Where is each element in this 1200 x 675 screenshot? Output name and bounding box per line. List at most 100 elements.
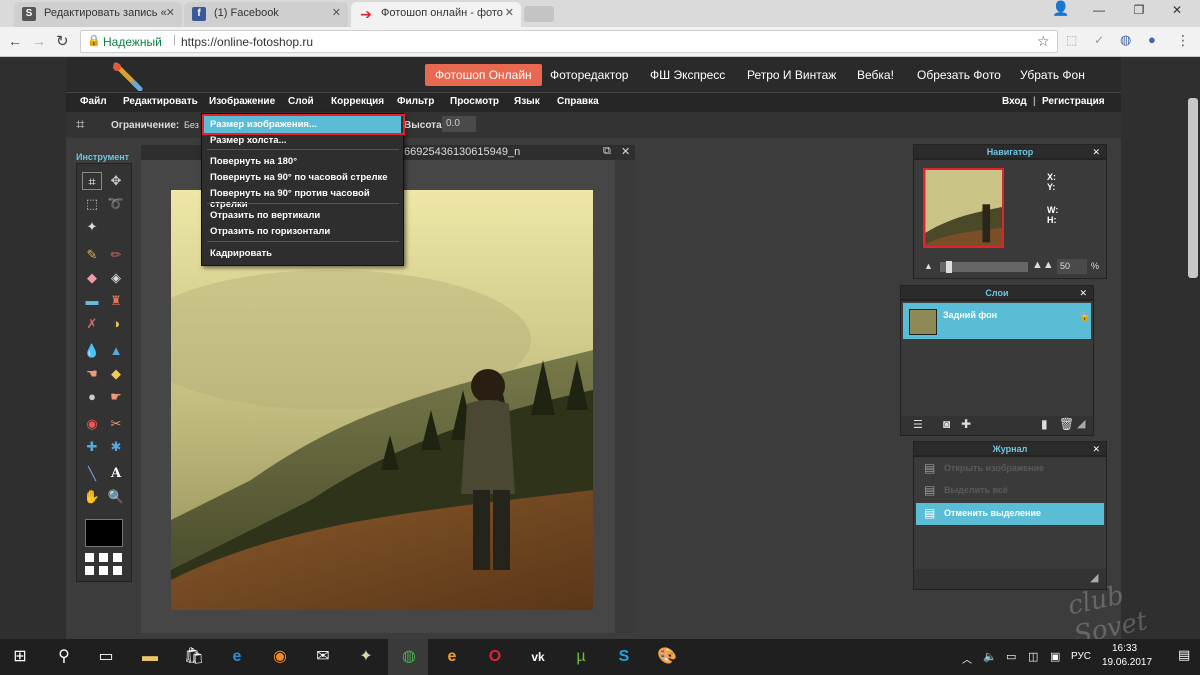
layer-mask-icon[interactable]: ◙: [943, 417, 950, 431]
restore-icon[interactable]: ⧉: [603, 145, 611, 158]
register-link[interactable]: Регистрация: [1042, 96, 1105, 107]
login-link[interactable]: Вход: [1002, 96, 1027, 107]
menu-dots-icon[interactable]: ⋮: [1176, 32, 1190, 49]
tab-fotoshop[interactable]: ➔ Фотошоп онлайн - фото ✕: [351, 2, 521, 27]
menu-item-flip-horizontal[interactable]: Отразить по горизонтали: [210, 226, 330, 237]
volume-icon[interactable]: 🔈: [983, 650, 997, 663]
close-icon[interactable]: ✕: [1092, 145, 1100, 160]
stamp-tool-icon[interactable]: ♜: [106, 292, 126, 310]
sharpen-tool-icon[interactable]: ▲: [106, 342, 126, 360]
window-close-icon[interactable]: ✕: [1162, 3, 1192, 17]
menu-layer[interactable]: Слой: [288, 96, 314, 107]
omnibox[interactable]: 🔒 Надежный | https://online-fotoshop.ru …: [80, 30, 1058, 53]
sponge-tool-icon[interactable]: ◆: [106, 365, 126, 383]
resize-handle-icon[interactable]: ◢: [1090, 571, 1098, 584]
eraser-tool-icon[interactable]: ◆: [82, 269, 102, 287]
layer-settings-icon[interactable]: ☰: [913, 418, 923, 431]
ie-icon[interactable]: e: [440, 646, 464, 668]
constraint-select[interactable]: Без: [184, 120, 199, 130]
trash-icon[interactable]: 🗑: [1059, 417, 1074, 431]
zoom-out-icon[interactable]: ▲: [924, 261, 933, 271]
nav-fsh-express[interactable]: ФШ Экспресс: [640, 64, 735, 86]
history-item[interactable]: ▤ Открыть изображение: [916, 459, 1104, 479]
menu-file[interactable]: Файл: [80, 96, 107, 107]
file-explorer-icon[interactable]: ▬: [138, 646, 162, 668]
magic-wand-icon[interactable]: ✦: [82, 218, 102, 236]
nav-retro-vintage[interactable]: Ретро И Винтаж: [737, 64, 846, 86]
close-icon[interactable]: ✕: [1092, 442, 1100, 457]
menu-help[interactable]: Справка: [557, 96, 599, 107]
close-icon[interactable]: ✕: [332, 6, 341, 19]
language-indicator[interactable]: РУС: [1071, 651, 1091, 662]
menu-adjustments[interactable]: Коррекция: [331, 96, 384, 107]
tab-facebook[interactable]: f (1) Facebook ✕: [184, 2, 348, 27]
menu-item-rotate-90-ccw[interactable]: Повернуть на 90° против часовой стрелки: [210, 188, 403, 210]
utorrent-icon[interactable]: µ: [569, 646, 593, 668]
menu-filter[interactable]: Фильтр: [397, 96, 434, 107]
dodge-tool-icon[interactable]: ●: [82, 388, 102, 406]
smudge-tool-icon[interactable]: ☚: [82, 365, 102, 383]
blur-tool-icon[interactable]: 💧: [82, 342, 102, 360]
bucket-tool-icon[interactable]: ◈: [106, 269, 126, 287]
marquee-tool-icon[interactable]: ⬚: [82, 195, 102, 213]
hand-tool-icon[interactable]: ✋: [82, 488, 102, 506]
menu-item-image-size[interactable]: Размер изображения...: [210, 119, 317, 130]
move-tool-icon[interactable]: ✥: [106, 172, 126, 190]
zoom-input[interactable]: 50: [1057, 259, 1087, 274]
crop-tool-icon[interactable]: ⌗: [82, 172, 102, 190]
new-tab-button[interactable]: [524, 6, 554, 22]
menu-item-rotate-180[interactable]: Повернуть на 180°: [210, 156, 297, 167]
minimize-icon[interactable]: —: [1084, 3, 1114, 17]
search-icon[interactable]: ⚲: [52, 646, 76, 668]
brush-tool-icon[interactable]: ✏: [106, 246, 126, 264]
close-icon[interactable]: ✕: [1079, 286, 1087, 301]
healing-tool-icon[interactable]: ✗: [82, 315, 102, 333]
bloat-tool-icon[interactable]: ✚: [82, 438, 102, 456]
navigator-thumbnail[interactable]: [923, 168, 1004, 248]
vk-icon[interactable]: vk: [526, 646, 550, 668]
replace-color-icon[interactable]: ◑: [106, 315, 126, 333]
clock-time[interactable]: 16:33: [1112, 643, 1137, 654]
reload-icon[interactable]: ↻: [56, 32, 69, 50]
menu-item-flip-vertical[interactable]: Отразить по вертикали: [210, 210, 320, 221]
zoom-tool-icon[interactable]: 🔍: [106, 488, 126, 506]
chrome-icon[interactable]: ◍: [397, 646, 421, 668]
menu-edit[interactable]: Редактировать: [123, 96, 198, 107]
back-icon[interactable]: ←: [8, 33, 22, 49]
nav-photo-editor[interactable]: Фоторедактор: [540, 64, 638, 86]
menu-view[interactable]: Просмотр: [450, 96, 499, 107]
tab-edit-post[interactable]: S Редактировать запись « ✕: [14, 2, 182, 27]
canvas-scrollbar[interactable]: [615, 160, 635, 633]
nav-webcam[interactable]: Вебка!: [847, 64, 904, 86]
nav-fotoshop-online[interactable]: Фотошоп Онлайн: [425, 64, 542, 86]
grid-icon[interactable]: [83, 551, 125, 577]
task-view-icon[interactable]: ▭: [94, 646, 118, 668]
menu-item-rotate-90-cw[interactable]: Повернуть на 90° по часовой стрелке: [210, 172, 388, 183]
text-tool-icon[interactable]: A: [106, 465, 126, 483]
battery-icon[interactable]: ▭: [1006, 650, 1016, 663]
gradient-tool-icon[interactable]: ▬: [82, 292, 102, 310]
layer-styles-icon[interactable]: ✚: [961, 417, 971, 431]
menu-item-crop[interactable]: Кадрировать: [210, 248, 272, 259]
paint-icon[interactable]: 🎨: [655, 646, 679, 668]
resize-handle-icon[interactable]: ◢: [1077, 417, 1085, 430]
zoom-in-icon[interactable]: ▲▲: [1032, 259, 1054, 271]
tray-chevron-icon[interactable]: ︿: [962, 651, 972, 666]
network-icon[interactable]: ◫: [1028, 650, 1038, 663]
message-icon[interactable]: ▣: [1050, 650, 1060, 663]
globe-icon[interactable]: ◍: [1120, 32, 1131, 48]
lasso-tool-icon[interactable]: ➰: [106, 195, 126, 213]
spot-heal-icon[interactable]: ✂: [106, 415, 126, 433]
foreground-color-swatch[interactable]: [85, 519, 123, 547]
new-layer-icon[interactable]: ▮: [1041, 417, 1048, 431]
zoom-slider[interactable]: [940, 261, 1028, 273]
forward-icon[interactable]: →: [32, 33, 46, 49]
history-item-active[interactable]: ▤ Отменить выделение: [916, 503, 1104, 525]
extension-icon[interactable]: ⬚: [1066, 33, 1077, 47]
mail-icon[interactable]: ✉: [311, 646, 335, 668]
red-eye-tool-icon[interactable]: ◉: [82, 415, 102, 433]
brush-logo-icon[interactable]: [110, 59, 144, 92]
pinch-tool-icon[interactable]: ✱: [106, 438, 126, 456]
layer-row[interactable]: Задний фон 🔒: [903, 303, 1091, 339]
burn-tool-icon[interactable]: ☛: [106, 388, 126, 406]
